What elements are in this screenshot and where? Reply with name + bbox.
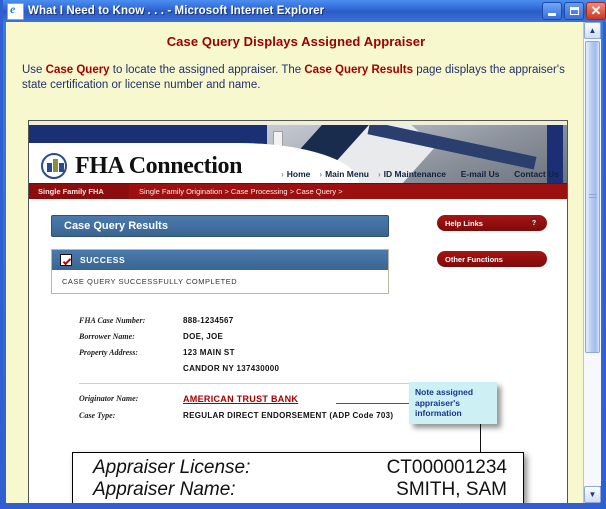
status-message: CASE QUERY SUCCESSFULLY COMPLETED xyxy=(62,277,238,286)
app-banner: FHA Connection › Home › Main Menu › ID Main… xyxy=(29,121,567,183)
case-type-value: REGULAR DIRECT ENDORSEMENT (ADP Code 703… xyxy=(183,411,394,420)
scrollbar-thumb[interactable] xyxy=(585,41,600,353)
breadcrumb-section[interactable]: Single Family FHA xyxy=(29,184,129,199)
annotation-callout: Note assigned appraiser's information xyxy=(409,382,497,424)
hud-seal-icon xyxy=(41,153,67,179)
intro-text-1: Use xyxy=(22,64,46,76)
window-bottom-strip xyxy=(3,503,606,506)
close-button[interactable]: ✕ xyxy=(586,2,606,20)
field-row: FHA Case Number: 888-1234567 xyxy=(79,316,409,325)
chevron-right-icon: › xyxy=(508,169,512,179)
chevron-right-icon: › xyxy=(455,169,458,179)
appraiser-license-label: Appraiser License: xyxy=(93,457,251,478)
chevron-right-icon: › xyxy=(378,169,381,179)
field-label-originator: Originator Name: xyxy=(79,394,139,403)
minimize-button[interactable] xyxy=(542,2,562,20)
field-row: Property Address: 123 MAIN ST xyxy=(79,348,409,357)
nav-item-contact-us[interactable]: › Contact Us xyxy=(508,169,559,179)
embedded-app-screenshot: FHA Connection › Home › Main Menu › ID Main… xyxy=(28,120,568,503)
nav-label-email-us: E-mail Us xyxy=(460,169,500,179)
vertical-scrollbar[interactable]: ▲ ▼ xyxy=(583,22,601,503)
intro-text-2: to locate the assigned appraiser. The xyxy=(109,64,305,76)
field-label: FHA Case Number: xyxy=(79,316,146,325)
ie-browser-window: What I Need to Know . . . - Microsoft In… xyxy=(0,0,606,509)
status-label: SUCCESS xyxy=(80,255,126,265)
brand-lockup: FHA Connection xyxy=(41,153,242,179)
field-label: Borrower Name: xyxy=(79,332,135,341)
callout-leader-line-horizontal xyxy=(336,403,410,404)
window-controls: ✕ xyxy=(542,2,606,20)
nav-item-main-menu[interactable]: › Main Menu xyxy=(319,169,369,179)
case-detail-fields: FHA Case Number: 888-1234567 Borrower Na… xyxy=(79,316,409,420)
section-header: Case Query Results xyxy=(51,215,389,237)
field-row: CANDOR NY 137430000 xyxy=(79,364,409,373)
intro-emphasis-case-query-results: Case Query Results xyxy=(304,64,414,76)
appraiser-name-value: SMITH, SAM xyxy=(396,479,507,500)
field-value: CANDOR NY 137430000 xyxy=(183,364,280,373)
field-row: Borrower Name: DOE, JOE xyxy=(79,332,409,341)
question-mark-icon: ? xyxy=(529,218,539,228)
nav-item-email-us[interactable]: › E-mail Us xyxy=(455,169,499,179)
field-value: 123 MAIN ST xyxy=(183,348,235,357)
document-canvas: Case Query Displays Assigned Appraiser U… xyxy=(6,22,586,503)
scrollbar-grip-icon xyxy=(589,194,597,200)
appraiser-name-label: Appraiser Name: xyxy=(93,479,236,500)
maximize-button[interactable] xyxy=(564,2,584,20)
magnified-appraiser-box: Appraiser License: CT000001234 Appraiser… xyxy=(72,452,524,503)
appraiser-name-row: Appraiser Name: SMITH, SAM xyxy=(93,479,507,501)
chevron-right-icon: › xyxy=(319,169,323,179)
nav-label-id-maintenance: ID Maintenance xyxy=(383,169,447,179)
banner-top-stripe xyxy=(29,121,567,125)
ie-document-icon xyxy=(7,2,24,20)
scroll-up-button[interactable]: ▲ xyxy=(584,22,601,39)
field-row: Case Type: REGULAR DIRECT ENDORSEMENT (A… xyxy=(79,411,409,420)
chevron-right-icon: › xyxy=(281,169,284,179)
help-links-button[interactable]: Help Links ? xyxy=(437,215,547,231)
app-top-navigation: › Home › Main Menu › ID Maintenance › E-mail… xyxy=(281,169,559,179)
field-label: Property Address: xyxy=(79,348,139,357)
originator-link[interactable]: AMERICAN TRUST BANK xyxy=(183,394,298,404)
field-label-case-type: Case Type: xyxy=(79,411,116,420)
breadcrumb-path[interactable]: Single Family Origination > Case Process… xyxy=(129,187,343,196)
checkmark-icon xyxy=(60,254,72,266)
status-badge: SUCCESS xyxy=(52,250,388,270)
brand-name: FHA Connection xyxy=(75,153,243,179)
status-panel: SUCCESS CASE QUERY SUCCESSFULLY COMPLETE… xyxy=(51,249,389,294)
nav-label-contact-us: Contact Us xyxy=(514,169,559,179)
nav-item-home[interactable]: › Home xyxy=(281,169,310,179)
intro-emphasis-case-query: Case Query xyxy=(45,64,110,76)
intro-paragraph: Use Case Query to locate the assigned ap… xyxy=(22,63,570,93)
appraiser-license-row: Appraiser License: CT000001234 xyxy=(93,457,507,479)
window-title: What I Need to Know . . . - Microsoft In… xyxy=(28,5,325,17)
appraiser-license-value: CT000001234 xyxy=(386,457,507,478)
divider xyxy=(79,383,409,384)
field-value: DOE, JOE xyxy=(183,332,224,341)
field-value: 888-1234567 xyxy=(183,316,234,325)
title-bar[interactable]: What I Need to Know . . . - Microsoft In… xyxy=(3,0,606,22)
scrollbar-track[interactable] xyxy=(584,39,601,486)
help-links-label: Help Links xyxy=(445,218,483,228)
other-functions-label: Other Functions xyxy=(445,254,503,264)
nav-label-home: Home xyxy=(286,169,311,179)
nav-label-main-menu: Main Menu xyxy=(325,169,369,179)
other-functions-button[interactable]: Other Functions xyxy=(437,251,547,267)
scroll-down-button[interactable]: ▼ xyxy=(584,486,601,503)
breadcrumb: Single Family FHA Single Family Originat… xyxy=(29,183,567,199)
page-title: Case Query Displays Assigned Appraiser xyxy=(166,34,426,49)
side-button-group: Help Links ? Other Functions xyxy=(437,215,547,267)
nav-item-id-maintenance[interactable]: › ID Maintenance xyxy=(378,169,446,179)
